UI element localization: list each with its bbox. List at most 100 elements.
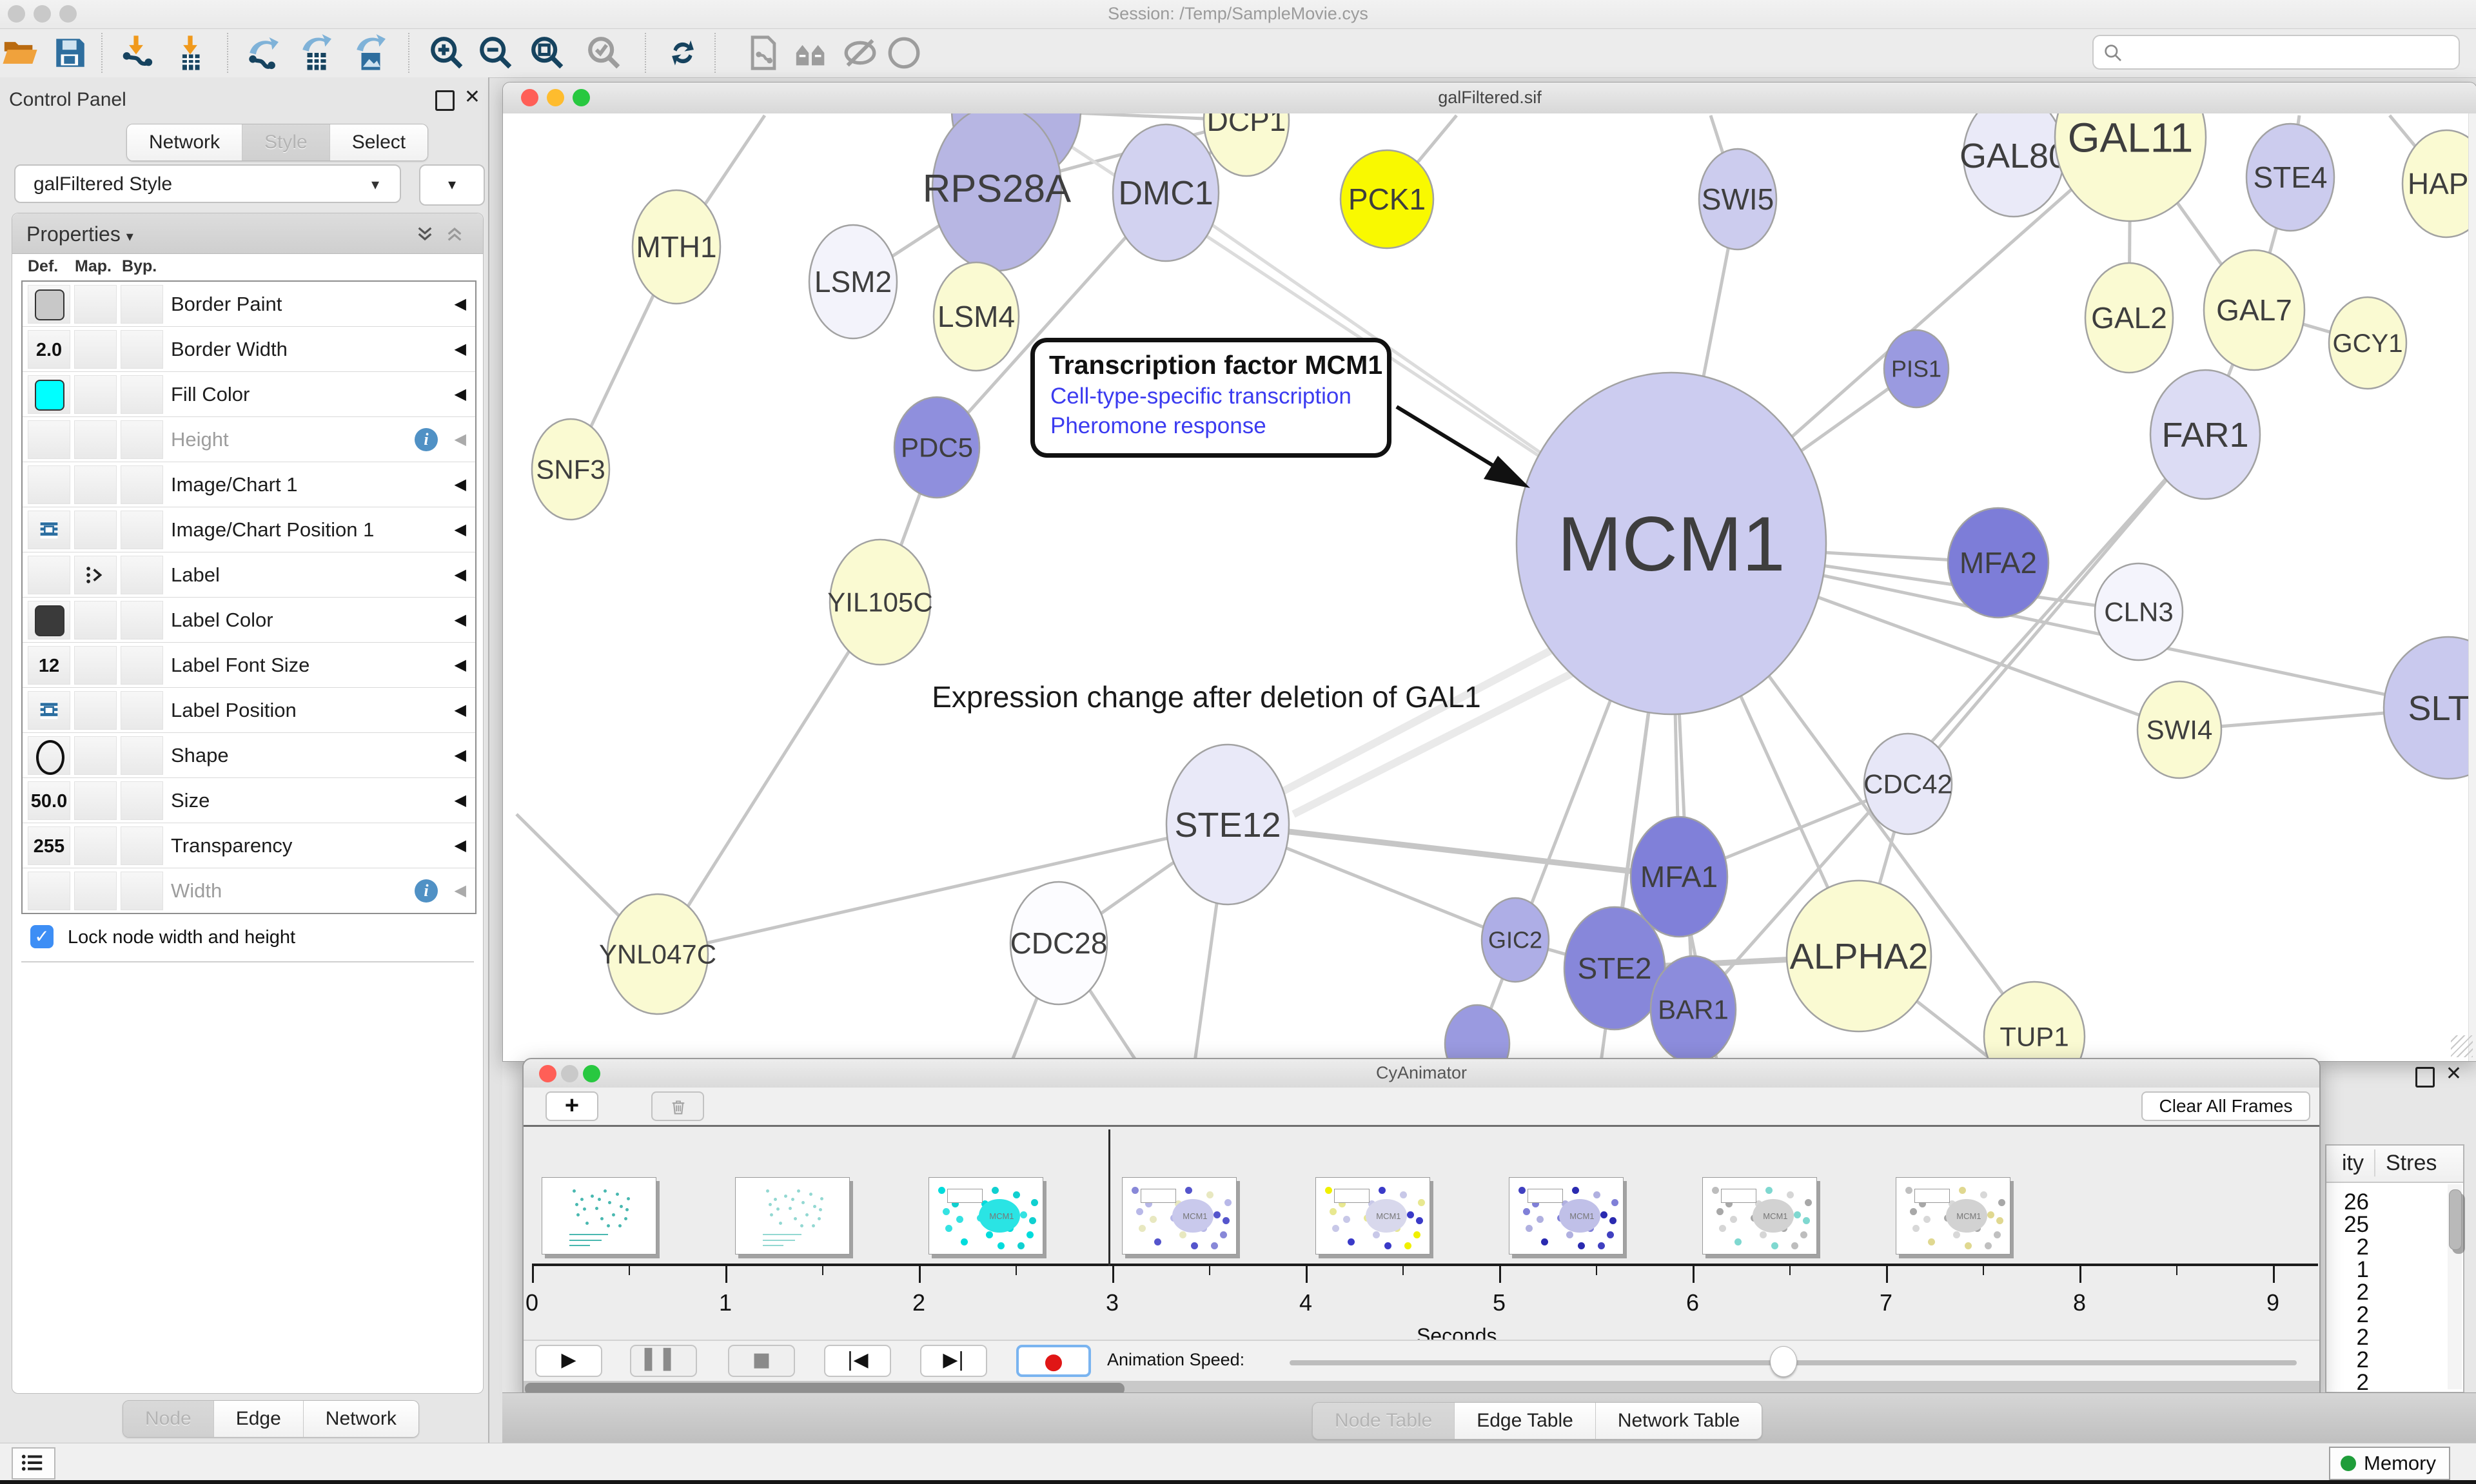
export-table-icon[interactable]	[298, 34, 335, 72]
default-swatch[interactable]	[35, 289, 64, 320]
play-button[interactable]: ▶	[535, 1345, 602, 1377]
tab-network-style[interactable]: Network	[304, 1401, 418, 1437]
default-cell[interactable]: 50.0	[28, 781, 70, 820]
mapping-cell[interactable]	[74, 285, 117, 324]
annotation-link-2[interactable]: Pheromone response	[1050, 413, 1266, 439]
default-cell[interactable]	[28, 465, 70, 504]
export-image-icon[interactable]	[352, 34, 389, 72]
tab-edge[interactable]: Edge	[214, 1401, 304, 1437]
open-session-icon[interactable]	[1, 34, 39, 72]
zoom-in-icon[interactable]	[428, 34, 466, 72]
bypass-cell[interactable]	[121, 736, 163, 775]
frame-thumbnail[interactable]: MCM1	[1315, 1177, 1430, 1255]
position-icon[interactable]	[39, 520, 59, 540]
property-row[interactable]: Border Paint◀	[23, 282, 475, 327]
mapping-cell[interactable]	[74, 826, 117, 865]
network-edge[interactable]	[658, 602, 880, 954]
frame-thumbnail[interactable]: MCM1	[928, 1177, 1043, 1255]
float-panel-icon[interactable]	[2415, 1067, 2435, 1088]
clear-all-frames-button[interactable]: Clear All Frames	[2141, 1091, 2310, 1121]
passthrough-mapping-icon[interactable]	[84, 565, 106, 585]
annotation-box[interactable]: Transcription factor MCM1 Cell-type-spec…	[1030, 338, 1391, 458]
record-button[interactable]: ●	[1016, 1345, 1091, 1377]
slider-knob[interactable]	[1770, 1346, 1797, 1377]
search-input[interactable]	[2132, 39, 2451, 64]
mapping-cell[interactable]	[74, 556, 117, 594]
default-cell[interactable]: 12	[28, 646, 70, 685]
skip-to-start-button[interactable]: |◀	[824, 1345, 891, 1377]
tab-network[interactable]: Network	[127, 124, 242, 161]
bypass-cell[interactable]	[121, 691, 163, 730]
import-network-icon[interactable]	[117, 34, 155, 72]
refresh-view-icon[interactable]	[664, 34, 702, 72]
show-all-icon[interactable]	[885, 34, 923, 72]
import-table-icon[interactable]	[172, 34, 209, 72]
stop-button[interactable]: ■	[728, 1345, 795, 1377]
default-cell[interactable]	[28, 285, 70, 324]
tab-node[interactable]: Node	[123, 1401, 214, 1437]
expand-row-icon[interactable]: ◀	[455, 552, 466, 597]
node-table-cell[interactable]: 2	[2326, 1370, 2369, 1396]
property-row[interactable]: 50.0Size◀	[23, 778, 475, 823]
network-edge[interactable]	[658, 825, 1228, 954]
property-row[interactable]: 2.0Border Width◀	[23, 327, 475, 372]
default-value[interactable]: 50.0	[28, 791, 70, 812]
default-value[interactable]: 2.0	[28, 340, 70, 361]
expand-row-icon[interactable]: ◀	[455, 282, 466, 326]
mapping-cell[interactable]	[74, 330, 117, 369]
bypass-cell[interactable]	[121, 375, 163, 414]
annotation-link-1[interactable]: Cell-type-specific transcription	[1050, 384, 1351, 409]
expand-row-icon[interactable]: ◀	[455, 462, 466, 507]
expand-row-icon[interactable]: ◀	[455, 778, 466, 823]
default-cell[interactable]	[28, 691, 70, 730]
delete-frame-button[interactable]	[651, 1091, 704, 1121]
close-panel-icon[interactable]: ✕	[2446, 1063, 2462, 1085]
property-row[interactable]: Label Position◀	[23, 688, 475, 733]
property-row[interactable]: 12Label Font Size◀	[23, 643, 475, 688]
default-cell[interactable]	[28, 601, 70, 639]
network-edge[interactable]	[1276, 649, 1555, 795]
mapping-cell[interactable]	[74, 465, 117, 504]
style-selector[interactable]: galFiltered Style ▾	[14, 164, 401, 203]
property-row[interactable]: 255Transparency◀	[23, 823, 475, 868]
mapping-cell[interactable]	[74, 691, 117, 730]
expand-row-icon[interactable]: ◀	[455, 507, 466, 552]
network-canvas[interactable]: RPS28ADMC1DCP1PCK1MTH1LSM2LSM4SNF3PDC5YI…	[503, 113, 2476, 1061]
bypass-cell[interactable]	[121, 781, 163, 820]
skip-to-end-button[interactable]: ▶|	[920, 1345, 987, 1377]
property-row[interactable]: Heighti◀	[23, 417, 475, 462]
tab-edge-table[interactable]: Edge Table	[1455, 1403, 1596, 1439]
mapping-cell[interactable]	[74, 375, 117, 414]
node-table-cell[interactable]: 1	[2326, 1257, 2369, 1283]
frame-thumbnail[interactable]	[542, 1177, 656, 1255]
expand-row-icon[interactable]: ◀	[455, 327, 466, 371]
mapping-cell[interactable]	[74, 872, 117, 910]
create-group-icon[interactable]	[793, 34, 830, 72]
add-frame-button[interactable]: +	[545, 1091, 598, 1121]
bypass-cell[interactable]	[121, 330, 163, 369]
property-row[interactable]: Image/Chart Position 1◀	[23, 507, 475, 552]
default-cell[interactable]: 2.0	[28, 330, 70, 369]
mapping-cell[interactable]	[74, 736, 117, 775]
mapping-cell[interactable]	[74, 601, 117, 639]
frame-thumbnail[interactable]: MCM1	[1122, 1177, 1237, 1255]
column-centrality[interactable]: ity	[2326, 1151, 2364, 1176]
default-cell[interactable]	[28, 736, 70, 775]
zoom-fit-icon[interactable]	[529, 34, 566, 72]
hide-selected-icon[interactable]	[841, 34, 879, 72]
default-cell[interactable]: 255	[28, 826, 70, 865]
column-stress[interactable]: Stres	[2386, 1151, 2437, 1176]
expand-all-icon[interactable]	[415, 224, 435, 244]
bypass-cell[interactable]	[121, 420, 163, 459]
style-options-button[interactable]: ▾	[419, 164, 485, 206]
expand-row-icon[interactable]: ◀	[455, 598, 466, 642]
table-scrollbar[interactable]	[2448, 1184, 2462, 1389]
bypass-cell[interactable]	[121, 826, 163, 865]
node-table-cell[interactable]: 2	[2326, 1347, 2369, 1373]
expand-row-icon[interactable]: ◀	[455, 688, 466, 732]
bypass-cell[interactable]	[121, 556, 163, 594]
tab-style[interactable]: Style	[242, 124, 330, 161]
property-row[interactable]: Shape◀	[23, 733, 475, 778]
close-panel-icon[interactable]: ✕	[464, 86, 480, 108]
default-cell[interactable]	[28, 420, 70, 459]
